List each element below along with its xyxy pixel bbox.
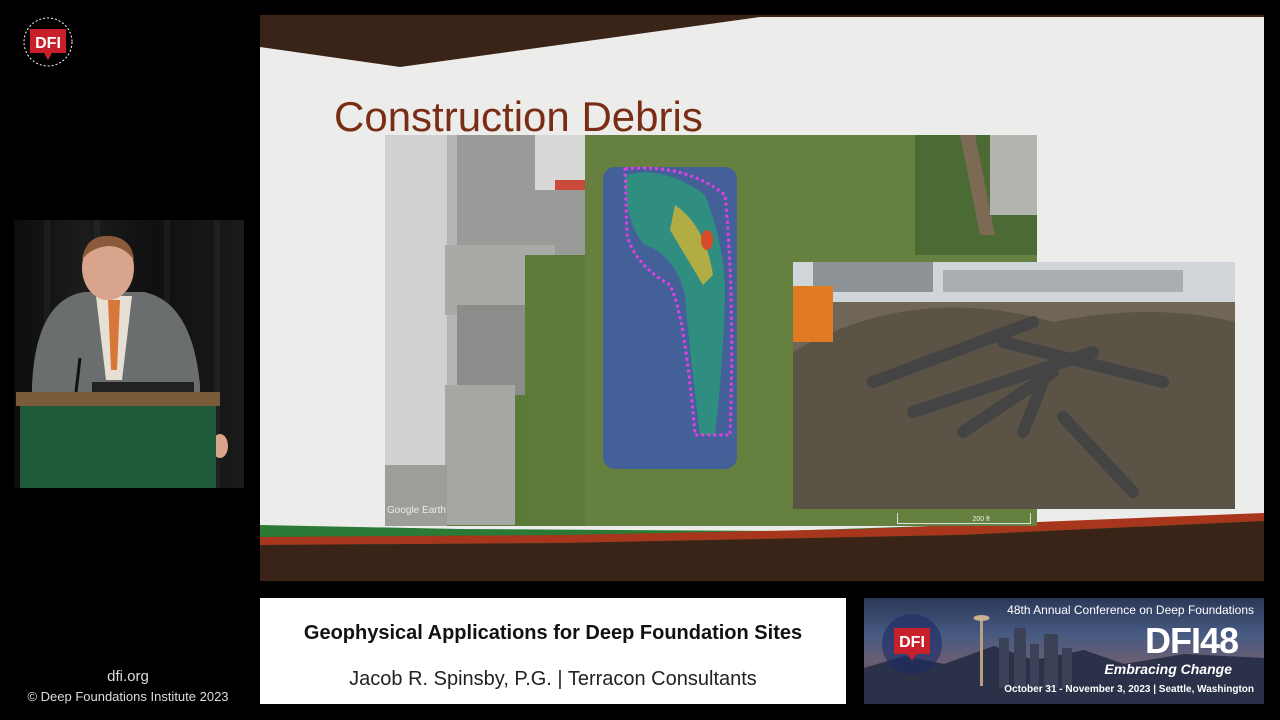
- dfi-logo: DFI: [16, 14, 80, 70]
- map-scale-bar: 200 ft: [897, 513, 1031, 524]
- debris-photo-imagery: [793, 262, 1235, 509]
- debris-photo: [793, 262, 1235, 509]
- conference-name: DFI48: [1144, 620, 1239, 661]
- talk-title-card: Geophysical Applications for Deep Founda…: [260, 598, 846, 704]
- dfi-logo-text: DFI: [35, 35, 61, 52]
- conference-tagline: Embracing Change: [1104, 661, 1232, 677]
- conference-dates: October 31 - November 3, 2023 | Seattle,…: [1004, 684, 1254, 695]
- slide-title: Construction Debris: [334, 93, 703, 140]
- talk-title: Geophysical Applications for Deep Founda…: [303, 622, 803, 644]
- copyright: © Deep Foundations Institute 2023: [27, 689, 229, 704]
- site-url: dfi.org: [107, 668, 149, 685]
- map-attribution: Google Earth: [387, 505, 446, 516]
- map-scale-label: 200 ft: [972, 516, 990, 523]
- conference-logo-text: DFI: [899, 634, 925, 651]
- speaker-figure: [16, 235, 228, 488]
- conference-banner: DFI 48th Annual Conference on Deep Found…: [864, 598, 1264, 704]
- speaker-video: [14, 220, 244, 488]
- presentation-slide: Construction Debris Google Earth 200 ft: [260, 15, 1264, 581]
- conference-top-line: 48th Annual Conference on Deep Foundatio…: [1007, 603, 1254, 617]
- speaker-credit: Jacob R. Spinsby, P.G. | Terracon Consul…: [349, 668, 757, 690]
